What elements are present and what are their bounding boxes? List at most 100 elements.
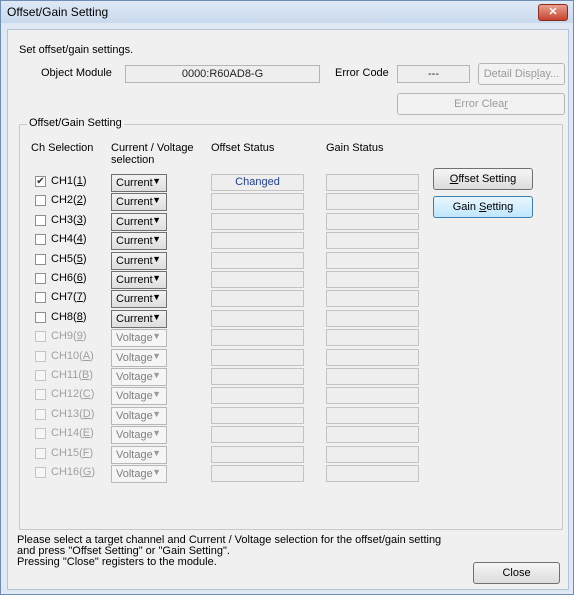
mode-dropdown[interactable]: Current ▼ [111,271,167,289]
gain-status-field [326,465,419,482]
channel-label: CH2(2) [51,194,87,206]
offset-status-field [211,290,304,307]
gain-status-field [326,349,419,366]
triangle-down-icon: ▼ [152,370,161,380]
channel-checkbox[interactable] [35,370,46,381]
error-code-field: --- [397,65,470,83]
mode-dropdown[interactable]: Voltage ▼ [111,368,167,386]
offset-status-field [211,232,304,249]
mode-dropdown[interactable]: Current ▼ [111,193,167,211]
offset-status-field [211,193,304,210]
channel-label: CH11(B) [51,369,93,381]
mode-value: Voltage [116,332,153,344]
gain-status-field [326,446,419,463]
mode-value: Voltage [116,449,153,461]
channel-checkbox[interactable] [35,254,46,265]
channel-checkbox[interactable]: ✔ [35,176,46,187]
close-window-button[interactable]: ✕ [538,4,568,21]
channel-checkbox[interactable] [35,428,46,439]
channel-checkbox[interactable] [35,292,46,303]
offset-status-field [211,465,304,482]
mode-value: Voltage [116,468,153,480]
channel-checkbox[interactable] [35,409,46,420]
mode-value: Current [116,255,153,267]
triangle-down-icon: ▼ [152,351,161,361]
mode-dropdown[interactable]: Voltage ▼ [111,329,167,347]
col-gain-status: Gain Status [326,142,384,154]
channel-label: CH5(5) [51,253,87,265]
mode-dropdown[interactable]: Voltage ▼ [111,426,167,444]
mode-value: Voltage [116,390,153,402]
mode-dropdown[interactable]: Current ▼ [111,232,167,250]
close-button[interactable]: Close [473,562,560,584]
offset-status-field [211,407,304,424]
detail-display-button[interactable]: Detail Display... [478,63,565,85]
triangle-down-icon: ▼ [152,254,161,264]
channel-label: CH4(4) [51,233,87,245]
gain-status-field [326,368,419,385]
mode-dropdown[interactable]: Current ▼ [111,310,167,328]
title-bar[interactable]: Offset/Gain Setting ✕ [1,1,573,23]
channel-checkbox[interactable] [35,467,46,478]
offset-status-field [211,213,304,230]
gain-setting-button[interactable]: Gain Setting [433,196,533,218]
gain-status-field [326,407,419,424]
gain-status-field [326,174,419,191]
object-module-label: Object Module [41,67,112,79]
triangle-down-icon: ▼ [152,234,161,244]
instruction-text: Set offset/gain settings. [19,44,134,56]
triangle-down-icon: ▼ [152,176,161,186]
mode-dropdown[interactable]: Voltage ▼ [111,349,167,367]
mode-dropdown[interactable]: Voltage ▼ [111,387,167,405]
gain-status-field [326,232,419,249]
col-cv-selection: Current / Voltage selection [111,142,194,166]
channel-label: CH6(6) [51,272,87,284]
offset-setting-button[interactable]: Offset Setting [433,168,533,190]
channel-checkbox[interactable] [35,215,46,226]
channel-row: CH10(A) Voltage ▼ [8,348,568,368]
triangle-down-icon: ▼ [152,195,161,205]
channel-label: CH15(F) [51,447,94,459]
mode-dropdown[interactable]: Voltage ▼ [111,465,167,483]
mode-dropdown[interactable]: Current ▼ [111,213,167,231]
channel-checkbox[interactable] [35,273,46,284]
channel-checkbox[interactable] [35,195,46,206]
channel-row: CH9(9) Voltage ▼ [8,328,568,348]
channel-label: CH9(9) [51,330,87,342]
channel-row: CH6(6) Current ▼ [8,270,568,290]
channel-checkbox[interactable] [35,312,46,323]
channel-row: CH8(8) Current ▼ [8,309,568,329]
offset-status-field [211,368,304,385]
offset-status-field [211,446,304,463]
channel-checkbox[interactable] [35,389,46,400]
channel-label: CH14(E) [51,427,94,439]
channel-row: CH13(D) Voltage ▼ [8,406,568,426]
channel-checkbox[interactable] [35,448,46,459]
channel-checkbox[interactable] [35,234,46,245]
mode-dropdown[interactable]: Current ▼ [111,174,167,192]
triangle-down-icon: ▼ [152,292,161,302]
mode-dropdown[interactable]: Current ▼ [111,290,167,308]
offset-status-field [211,387,304,404]
offset-status-field [211,271,304,288]
channel-checkbox[interactable] [35,331,46,342]
triangle-down-icon: ▼ [152,331,161,341]
mode-dropdown[interactable]: Current ▼ [111,252,167,270]
triangle-down-icon: ▼ [152,428,161,438]
gain-status-field [326,329,419,346]
gain-status-field [326,271,419,288]
mode-dropdown[interactable]: Voltage ▼ [111,407,167,425]
gain-status-field [326,252,419,269]
gain-status-field [326,387,419,404]
mode-dropdown[interactable]: Voltage ▼ [111,446,167,464]
offset-status-field: Changed [211,174,304,191]
channel-row: CH7(7) Current ▼ [8,289,568,309]
channel-row: CH16(G) Voltage ▼ [8,464,568,484]
offset-gain-dialog: Offset/Gain Setting ✕ Set offset/gain se… [0,0,574,595]
error-clear-button[interactable]: Error Clear [397,93,565,115]
gain-status-field [326,310,419,327]
mode-value: Current [116,293,153,305]
channel-label: CH1(1) [51,175,87,187]
channel-checkbox[interactable] [35,351,46,362]
channel-row: CH15(F) Voltage ▼ [8,445,568,465]
